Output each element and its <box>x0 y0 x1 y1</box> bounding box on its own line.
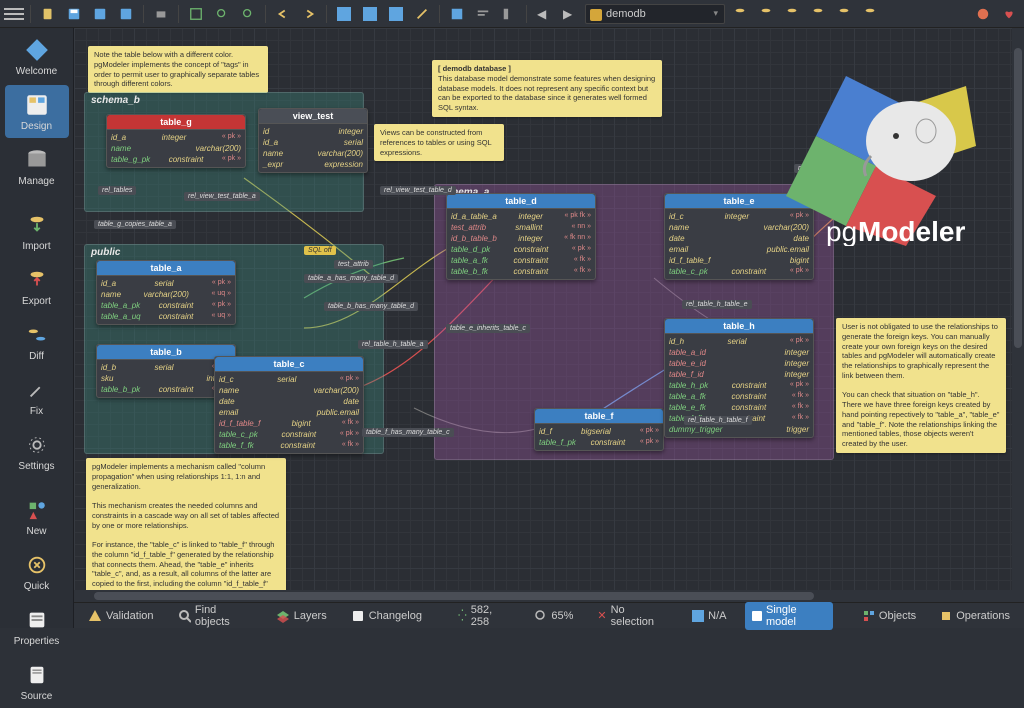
save-icon[interactable] <box>63 3 85 25</box>
settings-icon <box>23 431 51 459</box>
properties-icon <box>23 606 51 634</box>
redo-icon[interactable] <box>298 3 320 25</box>
schema-public-label: public <box>85 245 383 260</box>
sidebar-item-settings[interactable]: Settings <box>5 425 69 478</box>
rel-view-test-d-label: rel_view_test_table_d <box>380 186 456 195</box>
manage-icon <box>23 146 51 174</box>
rel-test-attrib-label: test_attrib <box>334 260 373 269</box>
single-model-button[interactable]: Single model <box>745 602 833 630</box>
table-c[interactable]: table_c id_cserial« pk » namevarchar(200… <box>214 356 364 454</box>
rel-a-many-d-label: table_a_has_many_table_d <box>304 274 398 283</box>
rel-view-test-a-label: rel_view_test_table_a <box>184 192 260 201</box>
save-as-icon[interactable] <box>89 3 111 25</box>
db-name-label: demodb <box>606 8 646 20</box>
note-relationships: User is not obligated to use the relatio… <box>836 318 1006 453</box>
db-action-6-icon[interactable] <box>859 3 881 25</box>
save-all-icon[interactable] <box>115 3 137 25</box>
zoom-level: 65% <box>529 608 579 624</box>
note-tags: Note the table below with a different co… <box>88 46 268 93</box>
grid-large-icon[interactable] <box>385 3 407 25</box>
db-action-4-icon[interactable] <box>807 3 829 25</box>
grid-small-icon[interactable] <box>333 3 355 25</box>
left-sidebar: Welcome Design Manage Import Export Diff… <box>0 0 74 628</box>
db-action-2-icon[interactable] <box>755 3 777 25</box>
selection-status: ✕ No selection <box>591 602 674 630</box>
status-bar: Validation Find objects Layers Changelog… <box>74 602 1024 628</box>
rel-copies-label: table_g_copies_table_a <box>94 220 176 229</box>
sidebar-item-quick[interactable]: Quick <box>5 545 69 598</box>
export-icon <box>23 266 51 294</box>
distribute-icon[interactable] <box>498 3 520 25</box>
sidebar-item-new[interactable]: New <box>5 490 69 543</box>
sidebar-item-properties[interactable]: Properties <box>5 600 69 653</box>
table-d[interactable]: table_d id_a_table_ainteger« pk fk » tes… <box>446 193 596 280</box>
na-status: N/A <box>686 608 732 624</box>
layers-button[interactable]: Layers <box>270 607 333 625</box>
cursor-coords: ⁛ 582, 258 <box>452 602 517 630</box>
view-test[interactable]: view_test idinteger id_aserial namevarch… <box>258 108 368 173</box>
sidebar-item-manage[interactable]: Manage <box>5 140 69 193</box>
rel-inherits-label: table_e_inherits_table_c <box>446 324 530 333</box>
sidebar-item-fix[interactable]: Fix <box>5 370 69 423</box>
undo-icon[interactable] <box>272 3 294 25</box>
rel-h-e-label: rel_table_h_table_e <box>682 300 752 309</box>
canvas-area[interactable]: Note the table below with a different co… <box>74 28 1024 628</box>
rel-sql-off-label: SQL off <box>304 246 336 255</box>
sidebar-item-diff[interactable]: Diff <box>5 315 69 368</box>
zoom-out-icon[interactable] <box>237 3 259 25</box>
db-action-3-icon[interactable] <box>781 3 803 25</box>
top-toolbar: ◀ ▶ demodb <box>0 0 1024 28</box>
design-icon <box>23 91 51 119</box>
import-icon <box>23 211 51 239</box>
hamburger-menu-icon[interactable] <box>4 4 24 24</box>
rel-tables-label: rel_tables <box>98 186 136 195</box>
rel-h-a-label: rel_table_h_table_a <box>358 340 428 349</box>
db-action-5-icon[interactable] <box>833 3 855 25</box>
schema-b-label: schema_b <box>85 93 363 108</box>
note-demodb: [ demodb database ] This database model … <box>432 60 662 117</box>
print-icon[interactable] <box>150 3 172 25</box>
find-objects-button[interactable]: Find objects <box>172 602 258 630</box>
note-propagation: pgModeler implements a mechanism called … <box>86 458 286 603</box>
operations-button[interactable]: Operations <box>934 608 1016 624</box>
expand-icon[interactable]: ▶ <box>559 3 581 25</box>
sidebar-item-import[interactable]: Import <box>5 205 69 258</box>
vertical-scrollbar[interactable] <box>1012 28 1024 602</box>
changelog-button[interactable]: Changelog <box>345 607 428 625</box>
table-e[interactable]: table_e id_cinteger« pk » namevarchar(20… <box>664 193 814 280</box>
horizontal-scrollbar[interactable] <box>74 590 1012 602</box>
note-views: Views can be constructed from references… <box>374 124 504 161</box>
new-icon <box>23 496 51 524</box>
sidebar-item-welcome[interactable]: Welcome <box>5 30 69 83</box>
rel-e-many-e-label: many_table_e_has_many_table_e <box>794 164 909 173</box>
rel-f-many-c-label: table_f_has_many_table_c <box>362 428 454 437</box>
welcome-icon <box>23 36 51 64</box>
table-a[interactable]: table_a id_aserial« pk » namevarchar(200… <box>96 260 236 325</box>
fix-icon <box>23 376 51 404</box>
db-action-1-icon[interactable] <box>729 3 751 25</box>
sidebar-item-design[interactable]: Design <box>5 85 69 138</box>
rel-b-many-d-label: table_b_has_many_table_d <box>324 302 418 311</box>
zoom-in-icon[interactable] <box>211 3 233 25</box>
table-f[interactable]: table_f id_fbigserial« pk » table_f_pkco… <box>534 408 664 451</box>
source-icon <box>23 661 51 689</box>
rel-h-f-label: rel_table_h_table_f <box>684 416 752 425</box>
objects-button[interactable]: Objects <box>857 608 922 624</box>
snap-icon[interactable] <box>446 3 468 25</box>
help-icon[interactable] <box>972 3 994 25</box>
align-icon[interactable] <box>472 3 494 25</box>
validation-button[interactable]: Validation <box>82 607 160 625</box>
zoom-fit-icon[interactable] <box>185 3 207 25</box>
collapse-icon[interactable]: ◀ <box>533 3 555 25</box>
heart-icon[interactable] <box>998 3 1020 25</box>
sidebar-item-export[interactable]: Export <box>5 260 69 313</box>
wand-icon[interactable] <box>411 3 433 25</box>
diff-icon <box>23 321 51 349</box>
table-g[interactable]: table_g id_ainteger« pk » namevarchar(20… <box>106 114 246 168</box>
new-file-icon[interactable] <box>37 3 59 25</box>
grid-med-icon[interactable] <box>359 3 381 25</box>
quick-icon <box>23 551 51 579</box>
sidebar-item-source[interactable]: Source <box>5 655 69 708</box>
database-selector[interactable]: demodb <box>585 4 725 24</box>
